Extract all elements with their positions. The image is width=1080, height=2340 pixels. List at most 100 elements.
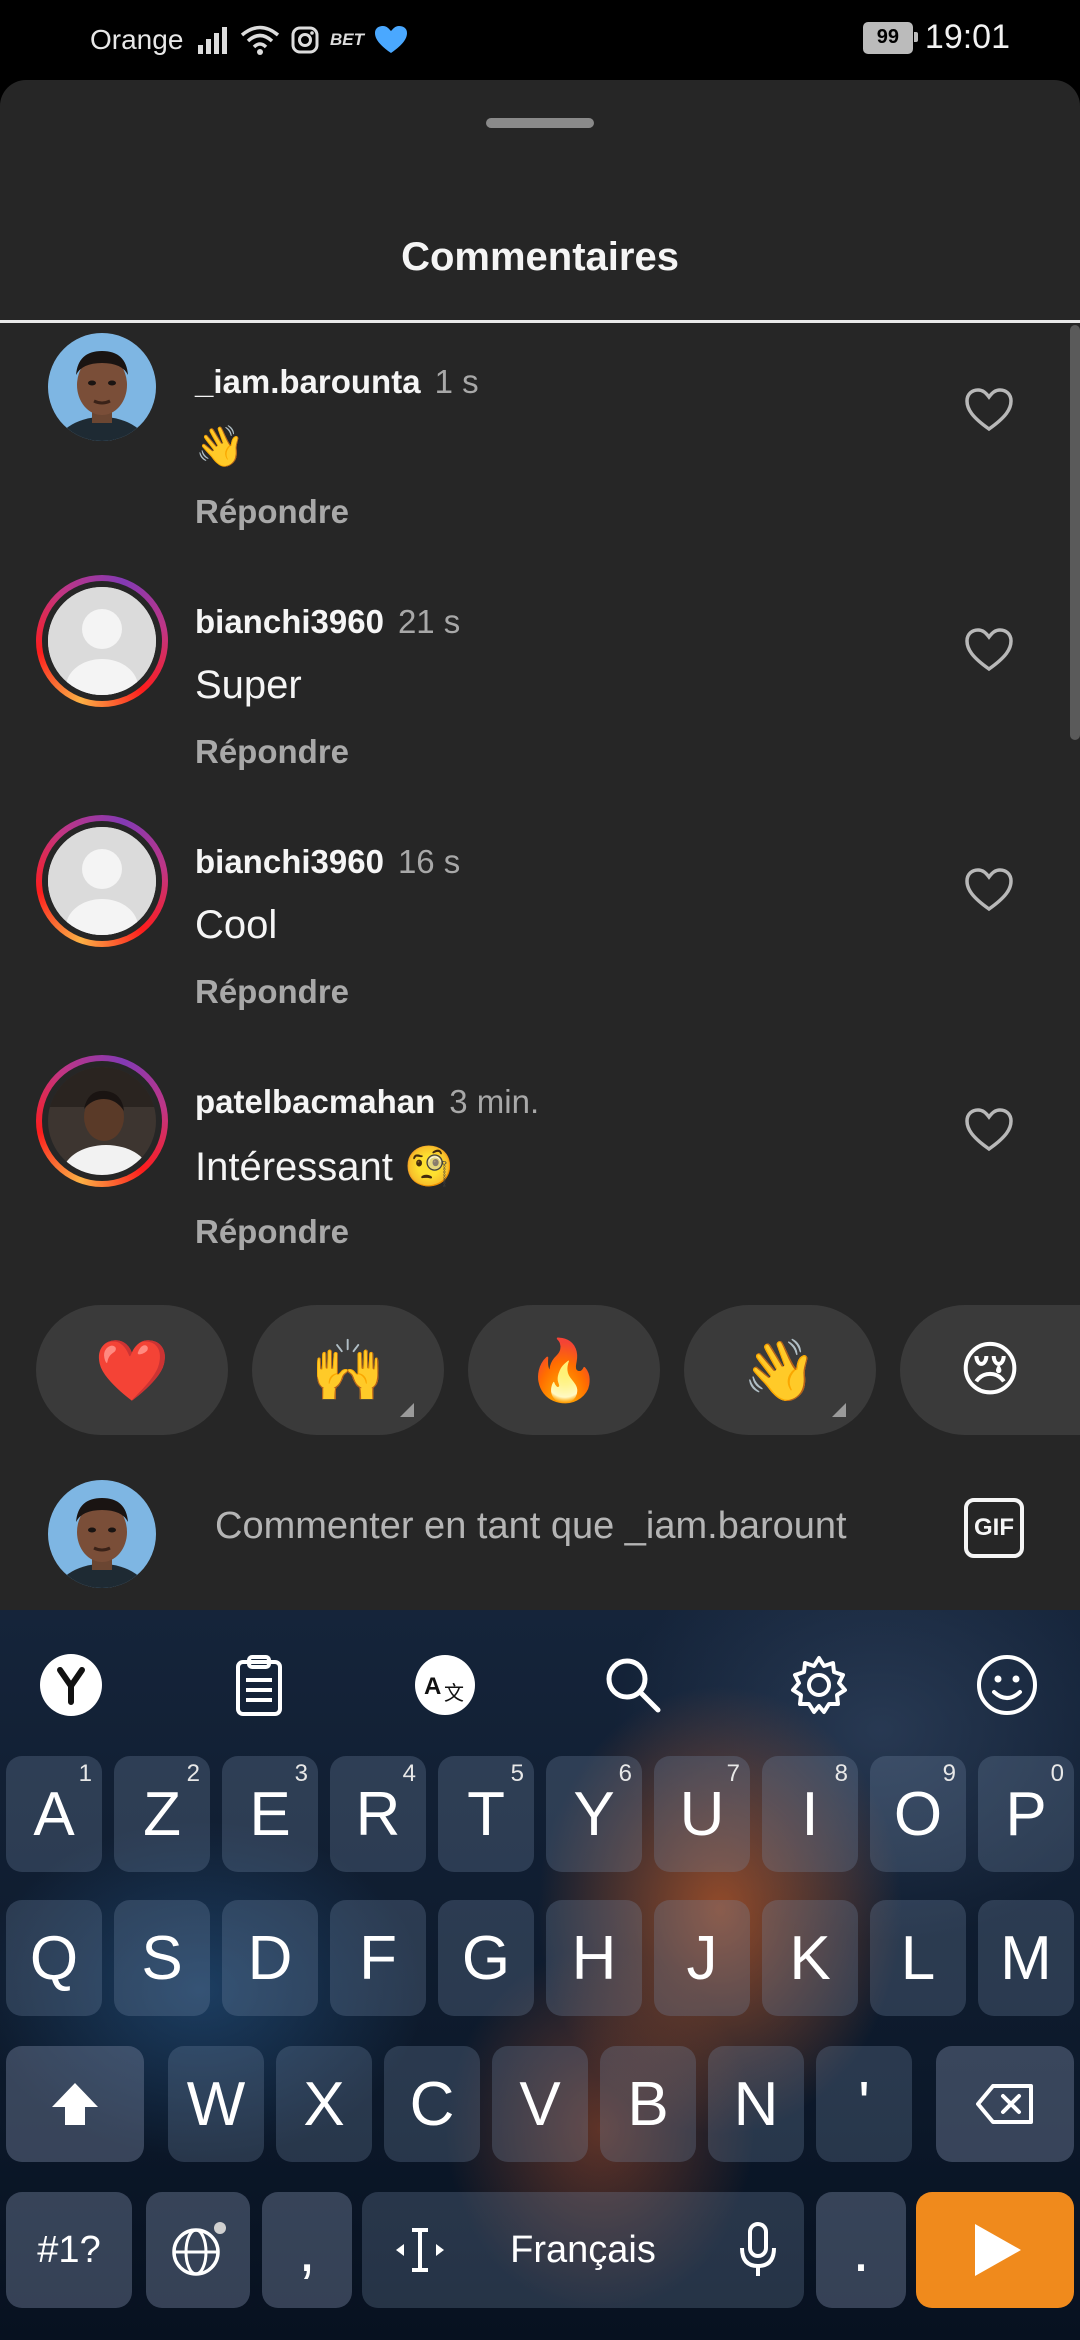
reaction-emoji: 😢 [958,1336,1022,1403]
key[interactable]: D [222,1900,318,2016]
key-label: , [298,2215,316,2285]
comment-item: bianchi3960 21 s Super Répondre [0,565,1080,805]
key[interactable]: F [330,1900,426,2016]
key-label: J [686,1923,718,1993]
like-heart-icon[interactable] [964,1107,1014,1153]
emoji-icon[interactable] [974,1652,1040,1718]
reaction-fire[interactable]: 🔥 [468,1305,660,1435]
comment-author[interactable]: _iam.barounta 1 s [195,363,479,401]
space-key[interactable]: Français [362,2192,804,2308]
comment-author[interactable]: patelbacmahan 3 min. [195,1083,539,1121]
cursor-move-icon [396,2228,444,2272]
comment-username[interactable]: patelbacmahan [195,1083,435,1120]
comment-username[interactable]: bianchi3960 [195,603,384,640]
comment-username[interactable]: _iam.barounta [195,363,421,400]
symbols-key[interactable]: #1? [6,2192,132,2308]
key[interactable]: N [708,2046,804,2162]
key[interactable]: H [546,1900,642,2016]
key[interactable]: M [978,1900,1074,2016]
period-key[interactable]: . [816,2192,906,2308]
key-label: Z [143,1779,181,1849]
reply-button[interactable]: Répondre [195,733,349,771]
comment-text: Super [195,663,302,707]
reaction-crying[interactable]: 😢 [900,1305,1080,1435]
key[interactable]: O9 [870,1756,966,1872]
key[interactable]: W [168,2046,264,2162]
key-label: W [186,2069,246,2139]
key[interactable]: Y6 [546,1756,642,1872]
comment-time: 1 s [434,363,479,400]
shift-key[interactable] [6,2046,144,2162]
like-heart-icon[interactable] [964,627,1014,673]
reaction-heart[interactable]: ❤️ [36,1305,228,1435]
instagram-icon [291,26,319,54]
comment-item: patelbacmahan 3 min. Intéressant 🧐 Répond… [0,1045,1080,1285]
key-hint: 3 [294,1760,308,1787]
key[interactable]: K [762,1900,858,2016]
reaction-wave[interactable]: 👋 [684,1305,876,1435]
key[interactable]: E3 [222,1756,318,1872]
reply-button[interactable]: Répondre [195,973,349,1011]
key[interactable]: Q [6,1900,102,2016]
key[interactable]: C [384,2046,480,2162]
key[interactable]: A1 [6,1756,102,1872]
backspace-key[interactable] [936,2046,1074,2162]
key[interactable]: Z2 [114,1756,210,1872]
key-label: U [679,1779,725,1849]
key[interactable]: P0 [978,1756,1074,1872]
translate-icon[interactable]: A 文 [412,1652,478,1718]
key[interactable]: J [654,1900,750,2016]
key[interactable]: ' [816,2046,912,2162]
yandex-logo-icon[interactable] [38,1652,104,1718]
skin-tone-indicator [400,1403,414,1417]
sheet-title: Commentaires [401,235,679,279]
key[interactable]: U7 [654,1756,750,1872]
gif-button[interactable]: GIF [964,1498,1024,1558]
reply-button[interactable]: Répondre [195,493,349,531]
like-heart-icon[interactable] [964,387,1014,433]
avatar[interactable] [36,575,168,707]
key-label: C [409,2069,455,2139]
betwinner-icon: BET [330,30,364,49]
key[interactable]: I8 [762,1756,858,1872]
key-label: ' [858,2069,870,2139]
search-icon[interactable] [600,1652,666,1718]
comment-author[interactable]: bianchi3960 21 s [195,603,460,641]
language-key[interactable] [146,2192,250,2308]
avatar[interactable] [36,815,168,947]
key[interactable]: R4 [330,1756,426,1872]
key-label: . [852,2215,870,2285]
avatar[interactable] [36,1055,168,1187]
key[interactable]: V [492,2046,588,2162]
clipboard-icon[interactable] [226,1652,292,1718]
key[interactable]: S [114,1900,210,2016]
comment-input[interactable]: Commenter en tant que _iam.barount [215,1505,910,1561]
key-hint: 5 [510,1760,524,1787]
key[interactable]: T5 [438,1756,534,1872]
svg-text:文: 文 [444,1681,464,1705]
key-hint: 8 [834,1760,848,1787]
key-label: B [627,2069,669,2139]
key[interactable]: X [276,2046,372,2162]
key[interactable]: B [600,2046,696,2162]
drag-handle[interactable] [486,118,594,128]
battery-indicator: 99 [862,21,918,54]
key-label: P [1005,1779,1047,1849]
comment-username[interactable]: bianchi3960 [195,843,384,880]
comment-author[interactable]: bianchi3960 16 s [195,843,460,881]
key-label: G [461,1923,511,1993]
keyboard: A 文 A1 Z2 E3 R4 T5 Y6 U7 I8 O9 P0 Q S D … [0,1610,1080,2340]
wifi-icon [240,25,280,55]
key[interactable]: G [438,1900,534,2016]
key[interactable]: L [870,1900,966,2016]
avatar[interactable] [48,333,156,441]
like-heart-icon[interactable] [964,867,1014,913]
carrier-name: Orange [90,24,184,55]
send-key[interactable] [916,2192,1074,2308]
avatar-photo-icon [48,1480,156,1588]
reaction-raised-hands[interactable]: 🙌 [252,1305,444,1435]
comment-time: 21 s [397,603,461,640]
settings-gear-icon[interactable] [786,1652,852,1718]
reply-button[interactable]: Répondre [195,1213,349,1251]
comma-key[interactable]: , [262,2192,352,2308]
